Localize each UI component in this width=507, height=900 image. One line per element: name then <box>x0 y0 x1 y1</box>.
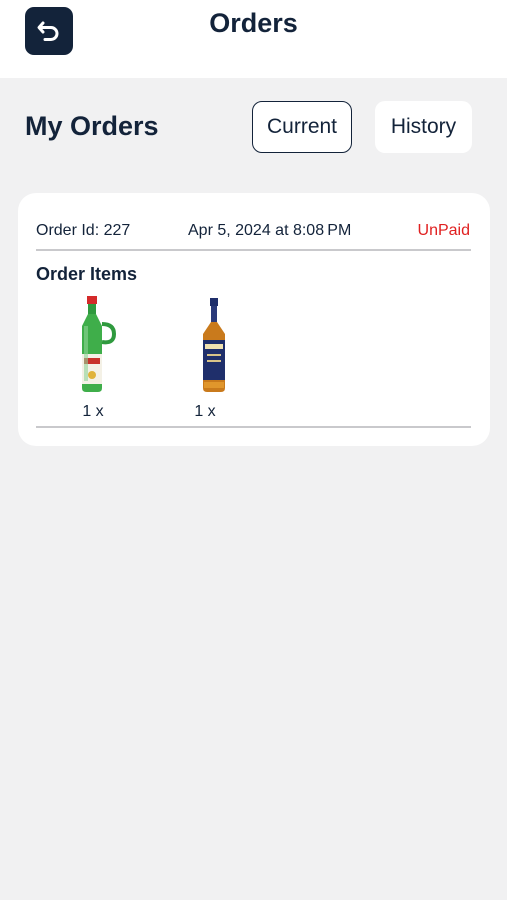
tab-history[interactable]: History <box>375 101 472 153</box>
order-date: Apr 5, 2024 at 8:08 PM <box>188 222 352 239</box>
divider <box>36 426 471 428</box>
divider <box>36 249 471 251</box>
item-quantity: 1 x <box>194 403 216 420</box>
header-title: Orders <box>209 8 298 38</box>
order-item[interactable]: 1 x <box>48 296 138 426</box>
order-items-heading: Order Items <box>36 264 138 284</box>
item-quantity: 1 x <box>82 403 104 420</box>
green-gin-bottle-image <box>82 296 117 392</box>
order-id: Order Id: 227 <box>36 222 131 239</box>
order-status-badge: UnPaid <box>417 222 470 239</box>
order-item[interactable]: 1 x <box>160 296 250 426</box>
tab-current[interactable]: Current <box>252 101 352 153</box>
whisky-bottle-image <box>203 298 225 392</box>
order-card[interactable]: Order Id: 227 Apr 5, 2024 at 8:08 PM UnP… <box>18 193 490 446</box>
app-header: Orders <box>0 0 507 78</box>
page-heading: My Orders <box>25 111 159 141</box>
